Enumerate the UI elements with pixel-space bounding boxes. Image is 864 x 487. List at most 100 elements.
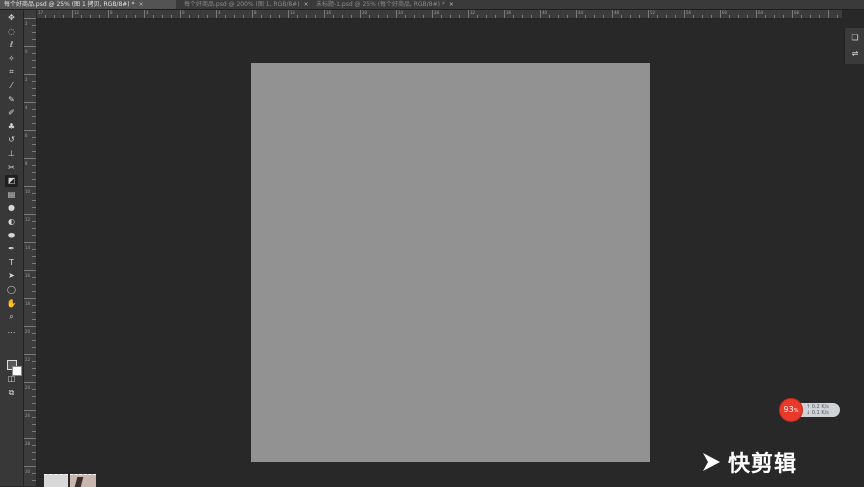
ruler-tick	[32, 81, 36, 82]
dodge-tool-icon[interactable]: ◐	[5, 216, 18, 228]
ruler-tick	[603, 15, 604, 18]
ruler-tick	[24, 410, 36, 411]
tab-close-icon[interactable]: ×	[139, 1, 144, 8]
ruler-tick	[32, 480, 36, 481]
ruler-tick	[24, 158, 36, 159]
magic-wand-tool-icon[interactable]: ✧	[5, 53, 18, 65]
ruler-tick	[180, 10, 181, 18]
ruler-tick	[423, 15, 424, 18]
move-tool-icon[interactable]: ✥	[5, 12, 18, 24]
quick-mask-icon[interactable]: ◫	[5, 373, 18, 385]
clone-stamp-tool-icon[interactable]: ♣	[5, 121, 18, 133]
ruler-tick	[32, 235, 36, 236]
ruler-tick	[531, 15, 532, 18]
ruler-tick	[32, 207, 36, 208]
ruler-tick	[657, 15, 658, 18]
ruler-tick	[630, 15, 631, 18]
zoom-tool-icon[interactable]: ⌕	[5, 311, 18, 323]
tab-close-icon[interactable]: ×	[449, 1, 454, 8]
ruler-tick	[513, 15, 514, 18]
ruler-tick	[32, 221, 36, 222]
ruler-label: 24	[25, 385, 31, 390]
hand-tool-icon[interactable]: ✋	[5, 298, 18, 310]
ruler-label: 12	[290, 10, 296, 15]
ruler-tick	[24, 270, 36, 271]
minimized-document-thumbnail[interactable]	[70, 474, 96, 487]
ruler-tick	[32, 39, 36, 40]
ruler-tick	[207, 15, 208, 18]
ruler-tick	[441, 15, 442, 18]
ruler-tick	[24, 46, 36, 47]
ruler-tick	[153, 15, 154, 18]
path-selection-tool-icon[interactable]: ➤	[5, 270, 18, 282]
ruler-tick	[32, 95, 36, 96]
ruler-tick	[693, 15, 694, 18]
eraser-tool-icon[interactable]: ◩	[5, 175, 18, 188]
eyedropper-tool-icon[interactable]: ⁄	[5, 80, 18, 92]
ruler-label: 64	[758, 10, 764, 15]
ruler-tick	[24, 326, 36, 327]
ruler-tick	[32, 389, 36, 390]
ruler-tick	[333, 15, 334, 18]
edit-toolbar-icon[interactable]: …	[5, 325, 18, 337]
document-tab-label: 未标题-1.psd @ 25% (每个好商品, RGB/8#) *	[316, 1, 445, 8]
ruler-tick	[99, 15, 100, 18]
ruler-label: 28	[434, 10, 440, 15]
shape-tool-icon[interactable]: ◯	[5, 284, 18, 296]
ruler-tick	[279, 15, 280, 18]
blur-tool-icon[interactable]: ●	[5, 202, 18, 214]
collapsed-panel-dock: ❏ ⇌	[844, 28, 864, 64]
ruler-tick	[720, 10, 721, 18]
ruler-tick	[405, 15, 406, 18]
layers-panel-icon[interactable]: ❏	[850, 33, 860, 43]
ruler-tick	[288, 10, 289, 18]
screen-mode-icon[interactable]: ⧉	[5, 387, 18, 399]
ruler-tick	[162, 15, 163, 18]
lasso-tool-icon[interactable]: ℓ	[5, 39, 18, 51]
ruler-label: 8	[110, 10, 113, 15]
ruler-label: 20	[362, 10, 368, 15]
type-tool-icon[interactable]: T	[5, 257, 18, 269]
ruler-label: 30	[25, 469, 31, 474]
crop-tool-icon[interactable]: ⌗	[5, 66, 18, 78]
document-canvas[interactable]	[251, 63, 650, 462]
ruler-tick	[32, 172, 36, 173]
minimized-document-thumbnail[interactable]	[44, 474, 68, 487]
document-tab-2[interactable]: 每个好商品.psd @ 200% (图 1, RGB/8#) ×	[180, 0, 309, 9]
ruler-tick	[414, 15, 415, 18]
ruler-tick	[32, 375, 36, 376]
healing-brush-tool-icon[interactable]: ✎	[5, 94, 18, 106]
ruler-tick	[32, 228, 36, 229]
ruler-tick	[432, 10, 433, 18]
ruler-tick	[711, 15, 712, 18]
document-tab-1[interactable]: 每个好商品.psd @ 25% (图 1 拷贝, RGB/8#) * ×	[0, 0, 176, 9]
ruler-tick	[32, 284, 36, 285]
ruler-tick	[351, 15, 352, 18]
pen-tool-icon[interactable]: ✒	[5, 243, 18, 255]
ruler-label: 26	[25, 413, 31, 418]
tools-panel: ✥ ◌ ℓ ✧ ⌗ ⁄ ✎ ✐ ♣ ↺ ⊥ ✂ ◩ ▤ ● ◐ ⬬ ✒ T ➤ ◯ ✋ ⌕ … ◫ ⧉	[0, 10, 24, 486]
ruler-tick	[32, 417, 36, 418]
properties-panel-icon[interactable]: ⇌	[850, 49, 860, 59]
ruler-label: 68	[794, 10, 800, 15]
vertical-ruler[interactable]: 2 0 2 4 6 8 10 12 14 16 18 20 22 24 26 28 30	[24, 10, 37, 486]
ruler-tick	[32, 312, 36, 313]
ruler-tick	[270, 15, 271, 18]
stamp-tool-icon[interactable]: ⊥	[5, 148, 18, 160]
marquee-tool-icon[interactable]: ◌	[5, 26, 18, 38]
brush-tool-icon[interactable]: ✐	[5, 107, 18, 119]
ruler-tick	[378, 15, 379, 18]
sponge-tool-icon[interactable]: ⬬	[5, 230, 18, 242]
gradient-tool-icon[interactable]: ▤	[5, 189, 18, 201]
ruler-label: 12	[74, 10, 80, 15]
art-history-brush-tool-icon[interactable]: ✂	[5, 162, 18, 174]
tab-close-icon[interactable]: ×	[304, 1, 309, 8]
ruler-tick	[32, 123, 36, 124]
ruler-tick	[24, 102, 36, 103]
ruler-label: 24	[398, 10, 404, 15]
ruler-label: 0	[25, 49, 28, 54]
document-tab-3[interactable]: 未标题-1.psd @ 25% (每个好商品, RGB/8#) * ×	[312, 0, 454, 9]
history-brush-tool-icon[interactable]: ↺	[5, 134, 18, 146]
network-speed-widget[interactable]: ↑ 0.2 K/s ↓ 0.1 K/s 93%	[780, 399, 842, 421]
horizontal-ruler[interactable]: 17 12 8 4 0 4 8 12 16 20 24 28 32 36 40 44 48 52 56 60 64 68	[36, 10, 842, 19]
